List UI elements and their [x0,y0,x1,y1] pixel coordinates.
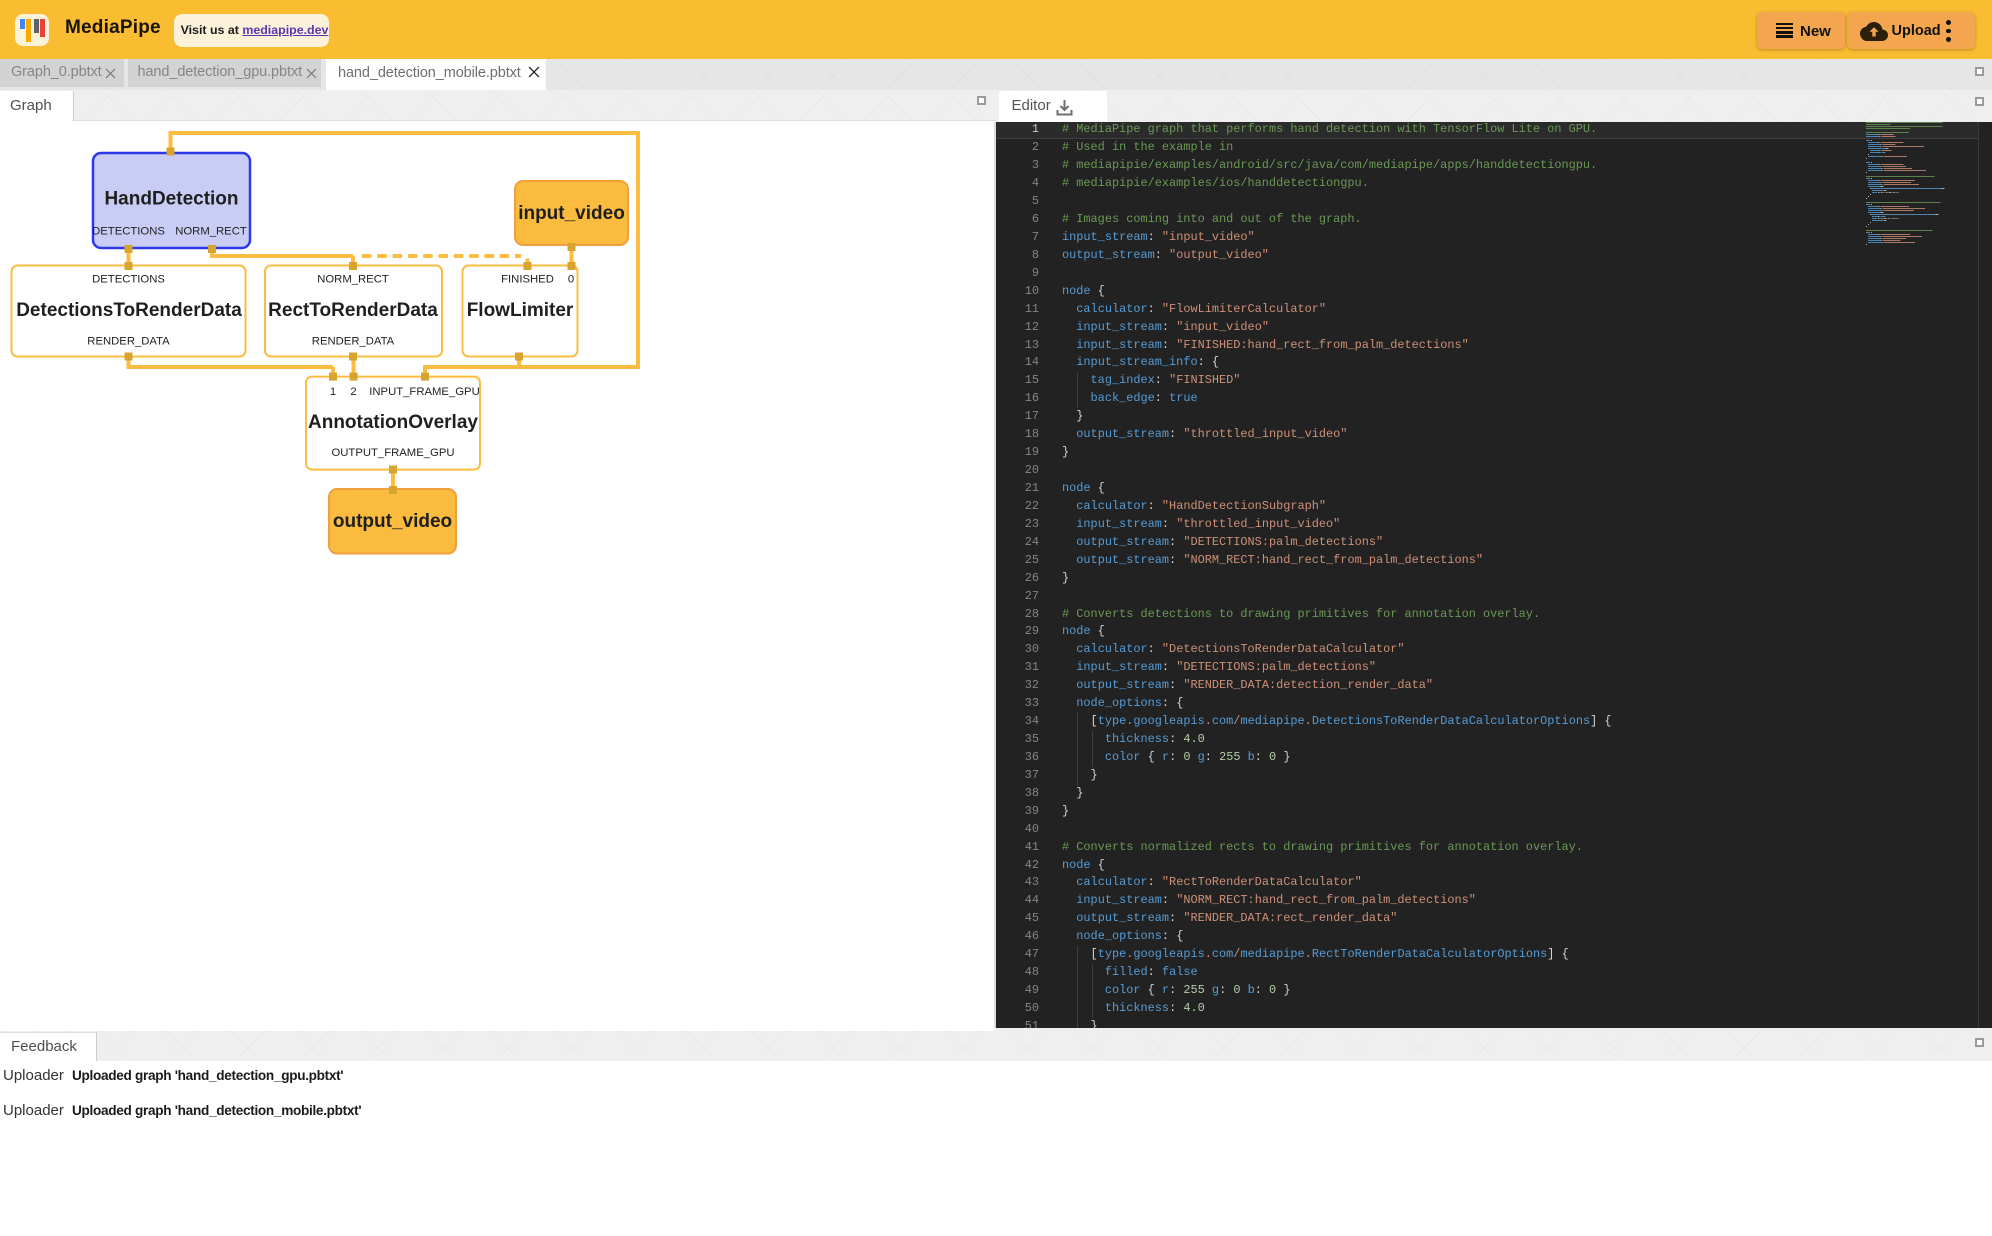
svg-text:NORM_RECT: NORM_RECT [175,226,247,238]
svg-text:2: 2 [350,386,356,398]
svg-text:FlowLimiter: FlowLimiter [467,300,574,321]
svg-text:INPUT_FRAME_GPU: INPUT_FRAME_GPU [369,386,479,398]
svg-text:AnnotationOverlay: AnnotationOverlay [308,412,478,433]
svg-text:OUTPUT_FRAME_GPU: OUTPUT_FRAME_GPU [331,447,454,459]
svg-text:output_video: output_video [333,511,452,532]
svg-text:1: 1 [330,386,336,398]
svg-text:RENDER_DATA: RENDER_DATA [312,336,395,348]
svg-text:HandDetection: HandDetection [104,189,238,210]
svg-text:DetectionsToRenderData: DetectionsToRenderData [16,300,242,321]
svg-text:RectToRenderData: RectToRenderData [268,300,438,321]
svg-text:FINISHED: FINISHED [501,274,554,286]
svg-text:NORM_RECT: NORM_RECT [317,274,389,286]
svg-text:DETECTIONS: DETECTIONS [92,274,165,286]
svg-text:RENDER_DATA: RENDER_DATA [87,336,170,348]
svg-text:0: 0 [568,274,574,286]
svg-text:input_video: input_video [518,203,625,224]
svg-text:DETECTIONS: DETECTIONS [92,226,165,238]
